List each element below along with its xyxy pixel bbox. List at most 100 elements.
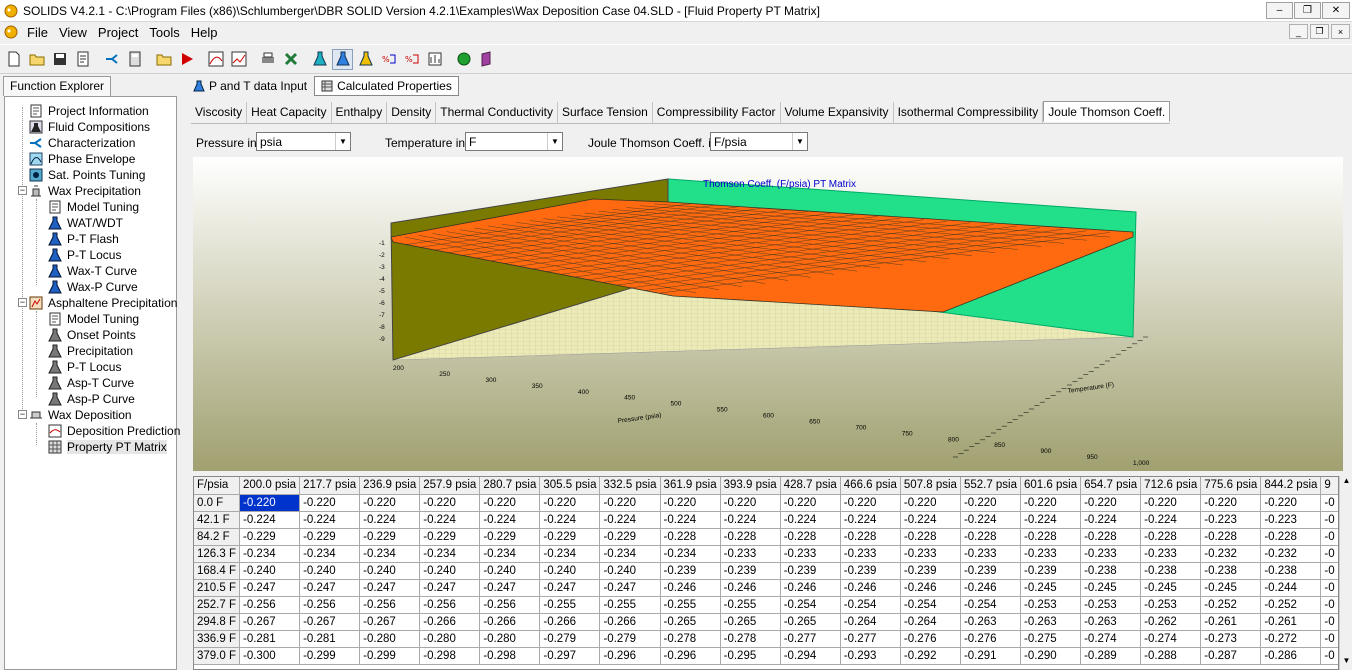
table-cell[interactable]: -0.266 — [539, 613, 601, 631]
table-cell[interactable]: -0.239 — [960, 562, 1022, 580]
table-cell[interactable]: -0.253 — [1140, 596, 1202, 614]
table-cell[interactable]: -0.238 — [1140, 562, 1202, 580]
table-cell[interactable]: -0.234 — [359, 545, 421, 563]
characterize-icon[interactable] — [101, 49, 122, 70]
table-cell[interactable]: -0 — [1320, 528, 1338, 546]
table-cell[interactable]: -0.239 — [780, 562, 841, 580]
table-cell[interactable]: -0.267 — [359, 613, 421, 631]
tree-asp-t-curve[interactable]: Asp-T Curve — [47, 375, 134, 391]
row-header[interactable]: 252.7 F — [194, 596, 240, 614]
table-cell[interactable]: -0.295 — [720, 647, 781, 665]
table-cell[interactable]: -0.279 — [539, 630, 601, 648]
table-cell[interactable]: -0.246 — [840, 579, 901, 597]
table-cell[interactable]: -0.265 — [660, 613, 721, 631]
table-cell[interactable]: -0.265 — [780, 613, 841, 631]
tree-project-information[interactable]: Project Information — [28, 103, 149, 119]
table-cell[interactable]: -0.264 — [900, 613, 961, 631]
table-cell[interactable]: -0.220 — [1140, 494, 1202, 512]
tree-asp-pt-locus[interactable]: P-T Locus — [47, 359, 121, 375]
table-cell[interactable]: -0 — [1320, 647, 1338, 665]
table-cell[interactable]: -0.255 — [720, 596, 781, 614]
phase-plot-icon[interactable] — [205, 49, 226, 70]
tree-wax-deposition[interactable]: Wax Deposition — [28, 407, 132, 423]
table-cell[interactable]: -0.280 — [419, 630, 481, 648]
excel-icon[interactable] — [280, 49, 301, 70]
table-cell[interactable]: -0.220 — [1080, 494, 1142, 512]
open-project-icon[interactable] — [153, 49, 174, 70]
table-cell[interactable]: -0.220 — [239, 494, 301, 512]
menu-file[interactable]: File — [23, 25, 55, 40]
table-cell[interactable]: -0.240 — [539, 562, 601, 580]
table-cell[interactable]: -0.253 — [1080, 596, 1142, 614]
tree-precipitation[interactable]: Precipitation — [47, 343, 133, 359]
menu-project[interactable]: Project — [94, 25, 145, 40]
table-cell[interactable]: -0.254 — [900, 596, 961, 614]
table-cell[interactable]: -0.232 — [1200, 545, 1262, 563]
table-cell[interactable]: -0.234 — [239, 545, 301, 563]
table-cell[interactable]: -0.240 — [599, 562, 661, 580]
table-cell[interactable]: -0.247 — [599, 579, 661, 597]
table-cell[interactable]: -0.224 — [960, 511, 1022, 529]
table-cell[interactable]: -0.228 — [840, 528, 901, 546]
fluid-flask-icon[interactable] — [309, 49, 330, 70]
table-cell[interactable]: -0.266 — [419, 613, 481, 631]
table-cell[interactable]: -0.228 — [780, 528, 841, 546]
table-cell[interactable]: -0.238 — [1260, 562, 1322, 580]
mdi-close-button[interactable]: × — [1331, 24, 1350, 39]
table-cell[interactable]: -0.256 — [359, 596, 421, 614]
table-cell[interactable]: -0.223 — [1200, 511, 1262, 529]
tab-density[interactable]: Density — [387, 102, 437, 124]
table-cell[interactable]: -0.238 — [1080, 562, 1142, 580]
table-cell[interactable]: -0.266 — [599, 613, 661, 631]
table-cell[interactable]: -0.280 — [479, 630, 541, 648]
row-header[interactable]: 126.3 F — [194, 545, 240, 563]
table-cell[interactable]: -0.274 — [1140, 630, 1202, 648]
tree-wax-p-curve[interactable]: Wax-P Curve — [47, 279, 138, 295]
temperature-unit-select[interactable]: F ▼ — [465, 132, 563, 151]
table-cell[interactable]: -0.293 — [840, 647, 901, 665]
table-cell[interactable]: -0.267 — [299, 613, 361, 631]
table-cell[interactable]: -0.224 — [239, 511, 301, 529]
table-cell[interactable]: -0.224 — [479, 511, 541, 529]
table-cell[interactable]: -0.281 — [239, 630, 301, 648]
table-cell[interactable]: -0.280 — [359, 630, 421, 648]
table-cell[interactable]: -0.263 — [1080, 613, 1142, 631]
column-header[interactable]: 712.6 psia — [1140, 477, 1202, 495]
table-cell[interactable]: -0 — [1320, 511, 1338, 529]
table-cell[interactable]: -0.256 — [299, 596, 361, 614]
chevron-down-icon[interactable]: ▼ — [547, 133, 562, 150]
expander-asphaltene-precipitation[interactable]: − — [18, 298, 27, 307]
mol-percent-icon[interactable]: % — [378, 49, 399, 70]
tab-volume-expansivity[interactable]: Volume Expansivity — [781, 102, 894, 124]
table-cell[interactable]: -0 — [1320, 596, 1338, 614]
table-cell[interactable]: -0.229 — [539, 528, 601, 546]
table-cell[interactable]: -0.224 — [900, 511, 961, 529]
table-cell[interactable]: -0.224 — [840, 511, 901, 529]
table-cell[interactable]: -0.228 — [900, 528, 961, 546]
tab-enthalpy[interactable]: Enthalpy — [332, 102, 388, 124]
table-cell[interactable]: -0.224 — [359, 511, 421, 529]
table-cell[interactable]: -0.281 — [299, 630, 361, 648]
tree-wax-pt-flash[interactable]: P-T Flash — [47, 231, 119, 247]
table-cell[interactable]: -0.239 — [840, 562, 901, 580]
table-cell[interactable]: -0.261 — [1200, 613, 1262, 631]
function-explorer-tab[interactable]: Function Explorer — [3, 76, 112, 96]
row-header[interactable]: 42.1 F — [194, 511, 240, 529]
menu-help[interactable]: Help — [187, 25, 225, 40]
table-cell[interactable]: -0.277 — [780, 630, 841, 648]
column-header[interactable]: 393.9 psia — [720, 477, 781, 495]
table-cell[interactable]: -0.234 — [539, 545, 601, 563]
table-cell[interactable]: -0.244 — [1260, 579, 1322, 597]
table-cell[interactable]: -0.265 — [720, 613, 781, 631]
table-cell[interactable]: -0.240 — [479, 562, 541, 580]
wax-flask-icon[interactable] — [332, 48, 353, 70]
table-cell[interactable]: -0.240 — [359, 562, 421, 580]
table-cell[interactable]: -0.297 — [539, 647, 601, 665]
tree-asp-model-tuning[interactable]: Model Tuning — [47, 311, 139, 327]
table-cell[interactable]: -0.234 — [660, 545, 721, 563]
table-cell[interactable]: -0.247 — [539, 579, 601, 597]
table-cell[interactable]: -0.245 — [1200, 579, 1262, 597]
table-cell[interactable]: -0.224 — [299, 511, 361, 529]
table-cell[interactable]: -0.299 — [359, 647, 421, 665]
table-cell[interactable]: -0.240 — [239, 562, 301, 580]
